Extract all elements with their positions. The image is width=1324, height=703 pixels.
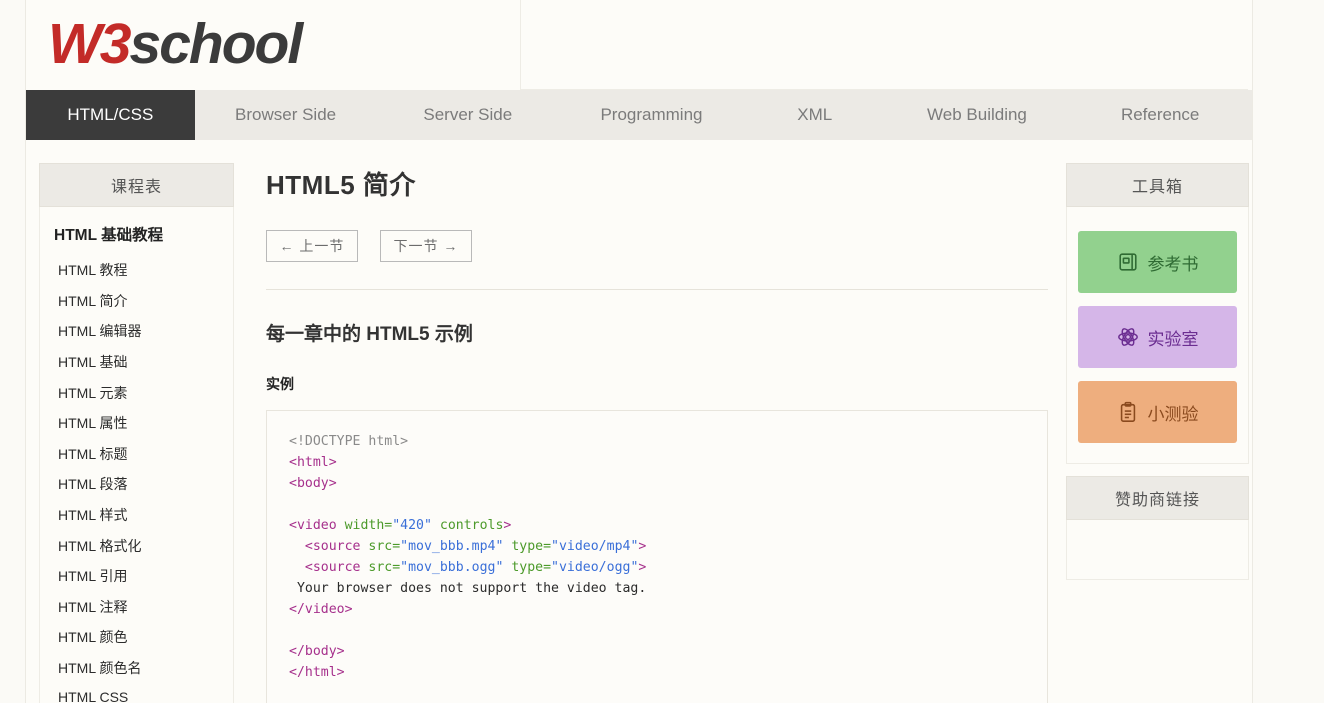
sidebar-item[interactable]: HTML CSS	[40, 683, 233, 703]
next-lesson-button[interactable]: 下一节 →	[380, 230, 472, 262]
sidebar-item[interactable]: HTML 编辑器	[40, 316, 233, 347]
sidebar-item[interactable]: HTML 格式化	[40, 530, 233, 561]
site-logo[interactable]: W3school	[48, 8, 304, 80]
atom-icon	[1117, 326, 1139, 348]
sidebar-item[interactable]: HTML 样式	[40, 500, 233, 531]
code-line: </html>	[289, 662, 1025, 683]
code-token: </html>	[289, 665, 345, 680]
code-line: <source src="mov_bbb.mp4" type="video/mp…	[289, 536, 1025, 557]
sidebar-item[interactable]: HTML 注释	[40, 592, 233, 623]
code-line: <html>	[289, 452, 1025, 473]
toolbox-lab-label: 实验室	[1147, 329, 1199, 349]
toolbox-quiz-button[interactable]: 小测验	[1078, 381, 1237, 443]
sidebar-item[interactable]: HTML 段落	[40, 469, 233, 500]
toolbox-lab-button[interactable]: 实验室	[1078, 306, 1237, 368]
site-container: W3school HTML/CSS Browser Side Server Si…	[25, 0, 1253, 703]
toolbox-reference-button[interactable]: 参考书	[1078, 231, 1237, 293]
sidebar-item[interactable]: HTML 基础	[40, 347, 233, 378]
code-token: <html>	[289, 455, 337, 470]
nav-item-browser-side[interactable]: Browser Side	[195, 90, 377, 140]
code-token: >	[638, 560, 647, 575]
content-divider	[266, 289, 1048, 290]
book-icon	[1117, 251, 1139, 273]
code-token: </body>	[289, 644, 345, 659]
sidebar-header: 课程表	[39, 163, 234, 207]
code-token: <source	[289, 560, 369, 575]
content-row: 课程表 HTML 基础教程 HTML 教程 HTML 简介 HTML 编辑器 HTML…	[26, 140, 1252, 703]
toolbox-header: 工具箱	[1066, 163, 1249, 207]
sidebar-item[interactable]: HTML 属性	[40, 408, 233, 439]
nav-item-server-side[interactable]: Server Side	[376, 90, 559, 140]
code-line: <source src="mov_bbb.ogg" type="video/og…	[289, 557, 1025, 578]
main-navigation: HTML/CSS Browser Side Server Side Progra…	[26, 90, 1252, 140]
sidebar-item-list: HTML 教程 HTML 简介 HTML 编辑器 HTML 基础 HTML 元素 HTML…	[40, 255, 233, 703]
page-title: HTML5 简介	[266, 170, 416, 200]
toolbox-button-list: 参考书 实验室 小测验	[1067, 217, 1248, 455]
code-line: <!DOCTYPE html>	[289, 431, 1025, 452]
code-token: <body>	[289, 476, 337, 491]
sidebar-item[interactable]: HTML 颜色名	[40, 653, 233, 684]
page-root: W3school HTML/CSS Browser Side Server Si…	[0, 0, 1324, 703]
sidebar-menu: HTML 基础教程 HTML 教程 HTML 简介 HTML 编辑器 HTML 基础 H…	[39, 207, 234, 703]
header-banner-slot	[520, 0, 1248, 90]
toolbox-quiz-label: 小测验	[1147, 404, 1199, 424]
toolbox-panel: 参考书 实验室 小测验	[1066, 207, 1249, 464]
logo-w3-text: W3	[48, 12, 131, 76]
sidebar-item[interactable]: HTML 颜色	[40, 622, 233, 653]
nav-item-web-building[interactable]: Web Building	[886, 90, 1069, 140]
code-line: <video width="420" controls>	[289, 515, 1025, 536]
code-token: src=	[368, 560, 401, 575]
code-token: >	[638, 539, 647, 554]
left-sidebar: 课程表 HTML 基础教程 HTML 教程 HTML 简介 HTML 编辑器 HTML…	[39, 163, 234, 703]
sidebar-item[interactable]: HTML 标题	[40, 439, 233, 470]
code-example-block[interactable]: <!DOCTYPE html> <html> <body> <video width…	[266, 410, 1048, 703]
nav-item-html-css[interactable]: HTML/CSS	[26, 90, 195, 140]
prev-lesson-button[interactable]: ← 上一节	[266, 230, 358, 262]
code-token: "video/mp4"	[551, 539, 639, 554]
code-token: type=	[511, 539, 552, 554]
lesson-nav-buttons: ← 上一节 下一节 →	[266, 230, 1048, 262]
code-token: controls	[439, 518, 504, 533]
sponsor-slot	[1066, 520, 1249, 580]
sidebar-group-title: HTML 基础教程	[54, 227, 164, 244]
nav-item-reference[interactable]: Reference	[1068, 90, 1252, 140]
code-token: <video	[289, 518, 345, 533]
code-line: Your browser does not support the video …	[289, 578, 1025, 599]
sponsor-header: 赞助商链接	[1066, 476, 1249, 520]
code-token: width=	[344, 518, 393, 533]
code-token: >	[503, 518, 512, 533]
code-token: "420"	[392, 518, 432, 533]
sidebar-item[interactable]: HTML 简介	[40, 286, 233, 317]
code-token: <source	[289, 539, 369, 554]
code-token: "mov_bbb.ogg"	[400, 560, 504, 575]
code-token: src=	[368, 539, 401, 554]
site-header: W3school	[26, 0, 1252, 90]
code-token: <!DOCTYPE html>	[289, 434, 409, 449]
main-content: HTML5 简介 ← 上一节 下一节 → 每一章中的 HTML5 示例 实例 <…	[266, 163, 1048, 703]
code-line: <body>	[289, 473, 1025, 494]
section-heading: 每一章中的 HTML5 示例	[266, 324, 473, 345]
sidebar-item[interactable]: HTML 引用	[40, 561, 233, 592]
toolbox-reference-label: 参考书	[1147, 254, 1199, 274]
example-label: 实例	[266, 376, 294, 392]
right-sidebar: 工具箱 参考书 实验室 小测验 赞助商链接	[1066, 163, 1249, 580]
sidebar-item[interactable]: HTML 教程	[40, 255, 233, 286]
code-token: </video>	[289, 602, 353, 617]
clipboard-icon	[1117, 401, 1139, 423]
code-token: "video/ogg"	[551, 560, 639, 575]
code-line: </body>	[289, 641, 1025, 662]
code-line: </video>	[289, 599, 1025, 620]
nav-item-xml[interactable]: XML	[744, 90, 886, 140]
code-token: Your browser does not support the video …	[289, 581, 647, 596]
logo-school-text: school	[129, 12, 304, 76]
sidebar-item[interactable]: HTML 元素	[40, 377, 233, 408]
code-token: type=	[511, 560, 552, 575]
nav-item-programming[interactable]: Programming	[559, 90, 744, 140]
code-token: "mov_bbb.mp4"	[400, 539, 504, 554]
